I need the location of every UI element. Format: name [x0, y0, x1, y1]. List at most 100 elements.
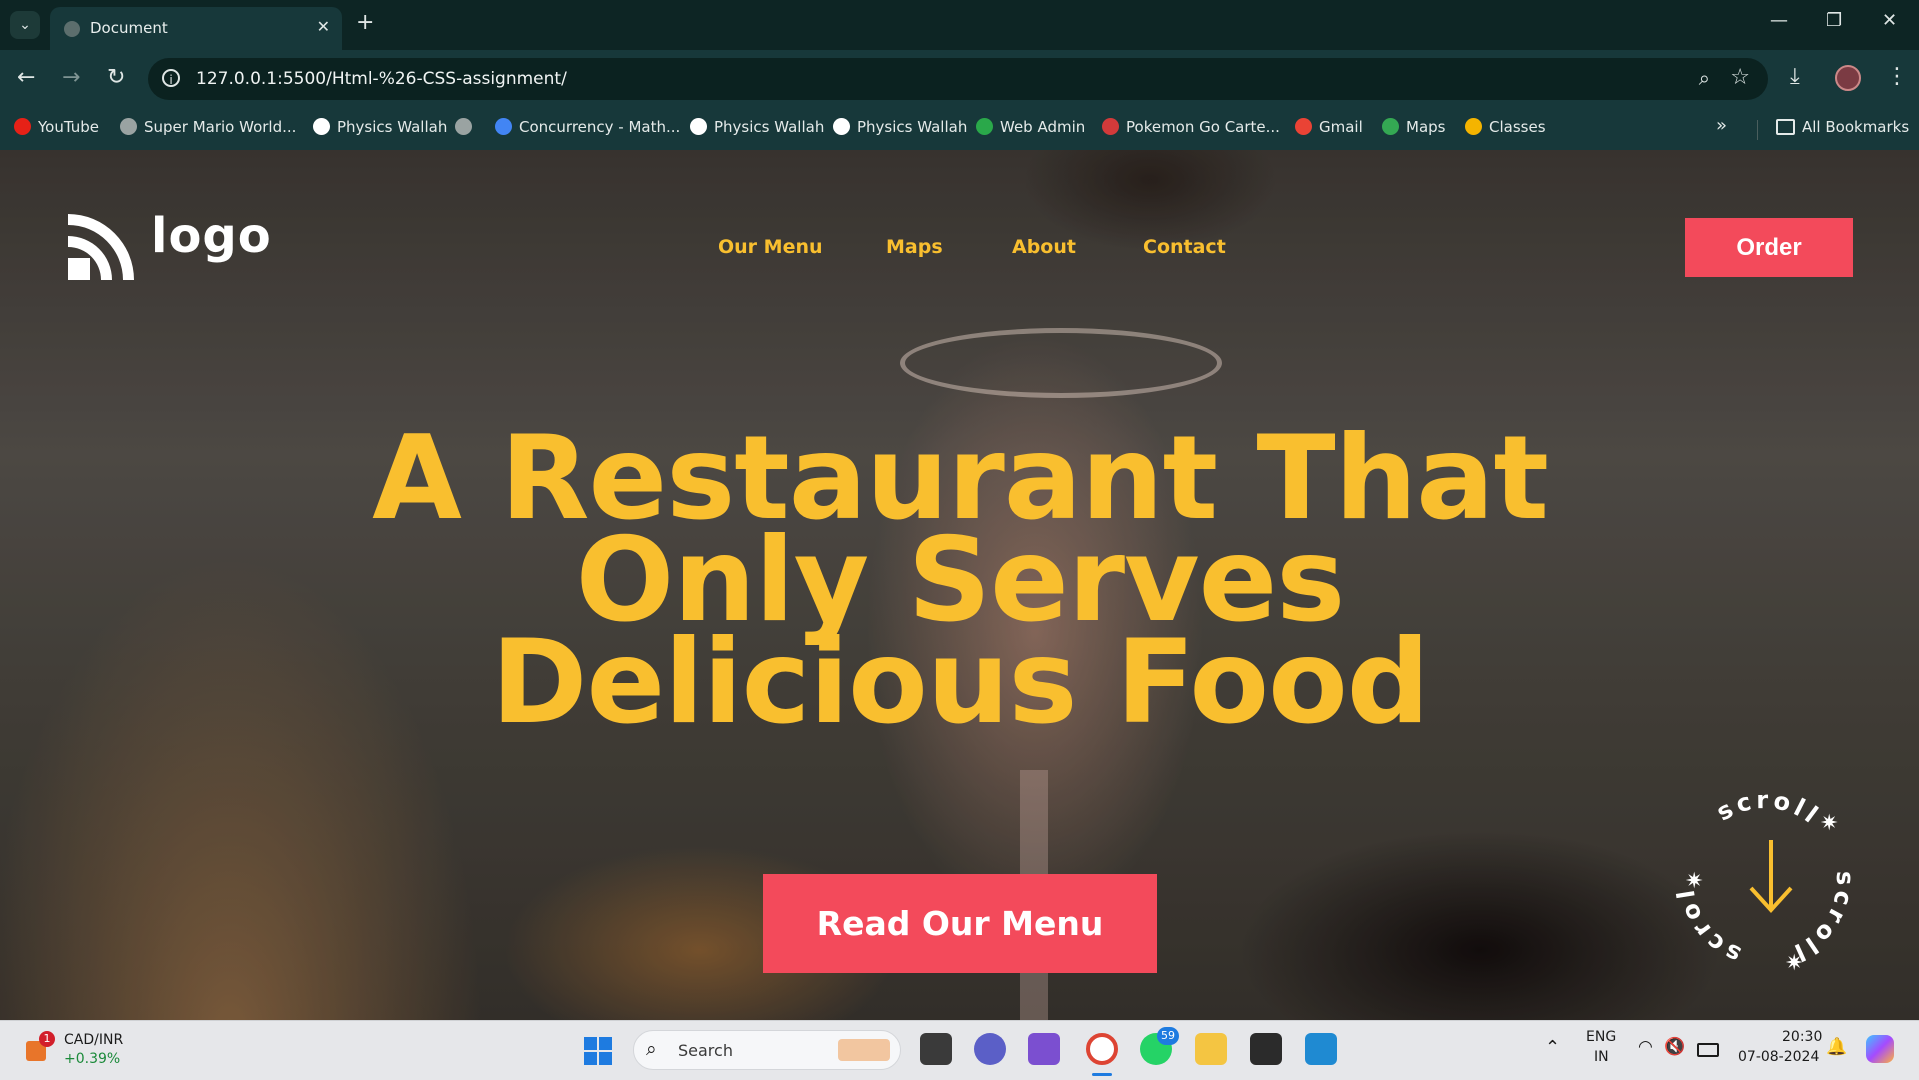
clock-time[interactable]: 20:30 — [1782, 1029, 1822, 1045]
site-info-icon[interactable]: i — [162, 69, 180, 87]
bookmark-favicon-icon — [833, 118, 850, 135]
file-explorer-icon[interactable] — [1195, 1033, 1227, 1065]
bookmark-label: YouTube — [38, 118, 99, 136]
ticker-change: +0.39% — [64, 1051, 121, 1067]
nav-our-menu[interactable]: Our Menu — [718, 236, 823, 258]
windows-taskbar: 1 CAD/INR +0.39% ⌕ Search 59 ⌃ ENG IN ◠ … — [0, 1020, 1919, 1080]
browser-menu-icon[interactable]: ⋮ — [1886, 64, 1908, 89]
vscode-icon[interactable] — [1305, 1033, 1337, 1065]
tab-search-button[interactable]: ⌄ — [10, 11, 40, 39]
search-icon: ⌕ — [646, 1038, 657, 1060]
download-icon[interactable]: ⤓ — [1790, 64, 1800, 89]
read-menu-button[interactable]: Read Our Menu — [763, 874, 1157, 973]
arrow-down-icon — [1749, 840, 1793, 913]
star-icon: ✷ — [1685, 869, 1703, 894]
close-window-button[interactable]: ✕ — [1882, 10, 1897, 31]
bookmark-item[interactable]: Maps — [1382, 118, 1445, 136]
bookmark-label: Physics Wallah — [337, 118, 448, 136]
bookmark-star-icon[interactable]: ☆ — [1730, 65, 1750, 90]
logo-icon[interactable] — [68, 214, 134, 280]
all-bookmarks-button[interactable]: All Bookmarks — [1776, 118, 1909, 136]
taskbar-search[interactable]: ⌕ Search — [633, 1030, 901, 1070]
whatsapp-badge: 59 — [1157, 1027, 1179, 1045]
restore-window-button[interactable]: ❐ — [1826, 10, 1842, 31]
bookmarks-bar: YouTube Super Mario World... Physics Walla… — [0, 108, 1919, 150]
bookmark-label: Classes — [1489, 118, 1546, 136]
back-button[interactable]: ← — [17, 65, 35, 90]
chrome-icon[interactable] — [1086, 1033, 1118, 1065]
bookmark-favicon-icon — [120, 118, 137, 135]
bookmark-label: Super Mario World... — [144, 118, 297, 136]
bookmark-label: Gmail — [1319, 118, 1363, 136]
bookmark-item[interactable] — [455, 118, 479, 136]
bookmark-item[interactable]: Physics Wallah — [313, 118, 447, 136]
language-bottom[interactable]: IN — [1594, 1049, 1609, 1065]
bookmark-favicon-icon — [455, 118, 472, 135]
more-bookmarks-icon[interactable]: » — [1716, 115, 1727, 136]
bookmark-item[interactable]: YouTube — [14, 118, 99, 136]
bookmark-favicon-icon — [1295, 118, 1312, 135]
wifi-icon[interactable]: ◠ — [1638, 1037, 1653, 1057]
profile-avatar[interactable] — [1835, 65, 1861, 91]
bookmark-label: Maps — [1406, 118, 1446, 136]
forward-button[interactable]: → — [62, 65, 80, 90]
battery-icon[interactable] — [1697, 1043, 1719, 1057]
task-view-icon[interactable] — [920, 1033, 952, 1065]
search-highlight-icon — [838, 1039, 890, 1061]
windows-start-icon[interactable] — [584, 1037, 612, 1065]
bookmark-item[interactable]: Physics Wallah — [833, 118, 967, 136]
reload-button[interactable]: ↻ — [107, 65, 125, 90]
address-url[interactable]: 127.0.0.1:5500/Html-%26-CSS-assignment/ — [196, 69, 567, 89]
bookmark-item[interactable]: Pokemon Go Carte... — [1102, 118, 1280, 136]
chrome-active-indicator — [1092, 1073, 1112, 1076]
bookmark-favicon-icon — [1382, 118, 1399, 135]
bookmarks-divider — [1757, 120, 1758, 140]
chevron-up-icon[interactable]: ⌃ — [1545, 1037, 1560, 1058]
zoom-icon[interactable]: ⌕ — [1699, 66, 1710, 90]
bookmark-label: Pokemon Go Carte... — [1126, 118, 1280, 136]
browser-tab-active[interactable]: Document ✕ — [50, 7, 342, 50]
nav-maps[interactable]: Maps — [886, 236, 943, 258]
bookmark-favicon-icon — [1465, 118, 1482, 135]
bookmark-favicon-icon — [14, 118, 31, 135]
bookmark-item[interactable]: Concurrency - Math... — [495, 118, 680, 136]
bookmark-favicon-icon — [690, 118, 707, 135]
terminal-icon[interactable] — [1250, 1033, 1282, 1065]
nav-about[interactable]: About — [1012, 236, 1076, 258]
minimize-window-button[interactable]: — — [1770, 10, 1788, 31]
bookmark-item[interactable]: Web Admin — [976, 118, 1085, 136]
bookmark-label: Web Admin — [1000, 118, 1086, 136]
notification-bell-icon[interactable]: 🔔 — [1826, 1037, 1847, 1057]
language-top[interactable]: ENG — [1586, 1029, 1616, 1045]
bookmark-favicon-icon — [976, 118, 993, 135]
browser-tab-bar: ⌄ Document ✕ + — ❐ ✕ — [0, 0, 1919, 50]
mute-icon[interactable]: 🔇 — [1664, 1037, 1685, 1057]
new-tab-button[interactable]: + — [356, 10, 374, 35]
bookmark-item[interactable]: Super Mario World... — [120, 118, 296, 136]
bookmark-favicon-icon — [495, 118, 512, 135]
star-icon: ✷ — [1820, 811, 1838, 836]
bookmark-label: Physics Wallah — [714, 118, 825, 136]
scroll-ring-text: scroll — [1712, 786, 1826, 831]
address-bar[interactable]: i 127.0.0.1:5500/Html-%26-CSS-assignment… — [148, 58, 1768, 100]
bookmark-item[interactable]: Gmail — [1295, 118, 1363, 136]
stock-widget[interactable]: 1 CAD/INR +0.39% — [22, 1029, 142, 1071]
clock-date[interactable]: 07-08-2024 — [1738, 1049, 1819, 1065]
bookmark-item[interactable]: Physics Wallah — [690, 118, 824, 136]
copilot-icon[interactable] — [1866, 1035, 1894, 1063]
logo-text[interactable]: logo — [151, 208, 272, 264]
bookmark-favicon-icon — [1102, 118, 1119, 135]
nav-contact[interactable]: Contact — [1143, 236, 1226, 258]
visual-studio-icon[interactable] — [1028, 1033, 1060, 1065]
hero-headline: A Restaurant That Only Serves Delicious … — [160, 421, 1760, 741]
search-placeholder: Search — [678, 1041, 733, 1060]
scroll-indicator[interactable]: scroll scroll scroll ✷ ✷ ✷ — [1665, 780, 1865, 980]
order-button[interactable]: Order — [1685, 218, 1853, 277]
close-tab-icon[interactable]: ✕ — [317, 17, 330, 36]
meet-icon[interactable] — [974, 1033, 1006, 1065]
bookmark-label: Physics Wallah — [857, 118, 968, 136]
bookmark-item[interactable]: Classes — [1465, 118, 1546, 136]
notification-badge: 1 — [39, 1031, 55, 1047]
bookmark-favicon-icon — [313, 118, 330, 135]
bookmark-label: Concurrency - Math... — [519, 118, 681, 136]
